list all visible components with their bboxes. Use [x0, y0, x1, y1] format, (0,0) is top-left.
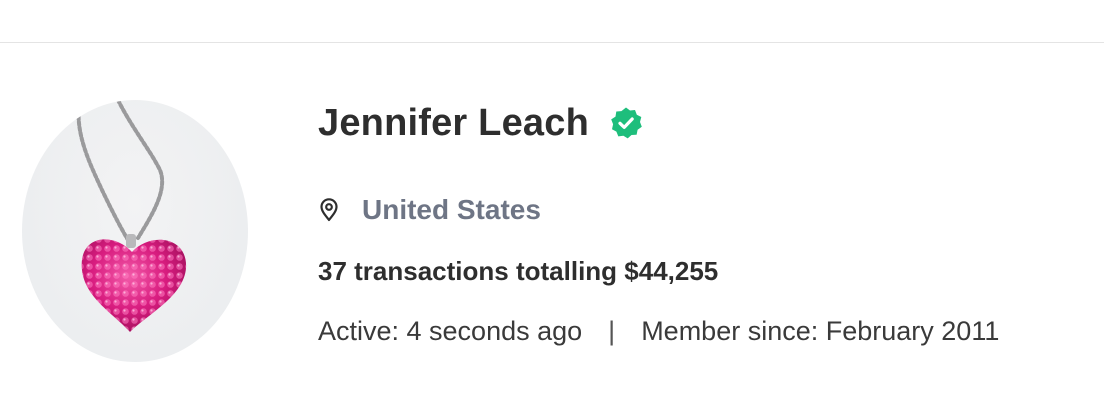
member-since: Member since: February 2011 [641, 315, 1000, 346]
heart-pendant-image [76, 100, 187, 332]
activity-row: Active: 4 seconds ago | Member since: Fe… [318, 313, 999, 349]
transaction-stats: 37 transactions totalling $44,255 [318, 256, 719, 286]
profile-name: Jennifer Leach [318, 101, 590, 144]
avatar [22, 100, 248, 362]
location-row: United States [318, 190, 541, 230]
profile-info: Jennifer Leach United States 37 transact… [318, 0, 1098, 410]
separator: | [608, 315, 616, 346]
name-row: Jennifer Leach [318, 98, 643, 148]
location-text: United States [362, 194, 541, 225]
map-pin-icon [318, 198, 340, 222]
verified-badge-icon [609, 106, 643, 140]
active-status: Active: 4 seconds ago [318, 315, 583, 346]
